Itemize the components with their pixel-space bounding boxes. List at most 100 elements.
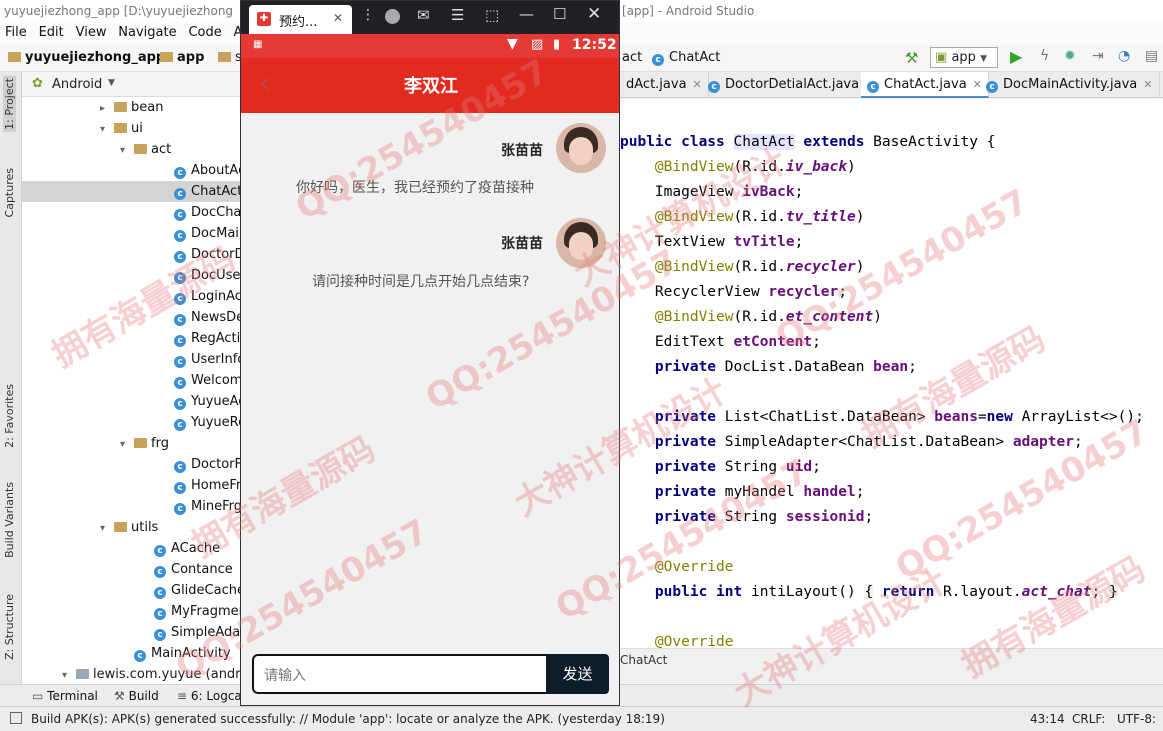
run-icon[interactable]: ▶	[1010, 47, 1022, 66]
chevron-right-icon[interactable]: ▸	[100, 98, 114, 119]
tree-item[interactable]: ▾ utils	[22, 517, 240, 538]
chat-list[interactable]: 张苗苗 你好吗，医生，我已经预约了疫苗接种 张苗苗 请问接种时间是几点开始几点结…	[241, 113, 619, 648]
code-line[interactable]: @BindView(R.id.iv_back)	[620, 155, 856, 180]
menu-navigate[interactable]: Navigate	[113, 22, 179, 40]
breadcrumb-src[interactable]: s	[218, 50, 242, 65]
code-editor[interactable]: public class ChatAct extends BaseActivit…	[620, 99, 1163, 648]
tree-item[interactable]: c HomeFrg	[22, 475, 240, 496]
chevron-down-icon[interactable]: ▾	[62, 665, 76, 684]
tool-tab-terminal[interactable]: ▭ Terminal	[32, 689, 98, 703]
tree-item[interactable]: c ACache	[22, 538, 240, 559]
code-line[interactable]: @BindView(R.id.tv_title)	[620, 205, 865, 230]
tab-docmainactivity[interactable]: c DocMainActivity.java ✕	[980, 72, 1160, 98]
chevron-down-icon[interactable]: ▼	[108, 78, 115, 88]
close-icon[interactable]: ✕	[693, 78, 702, 91]
code-line[interactable]: private List<ChatList.DataBean> beans=ne…	[620, 405, 1144, 430]
menu-icon[interactable]: ☰	[451, 6, 464, 24]
tree-item[interactable]: c DocMainActiv	[22, 223, 240, 244]
apply-changes-icon[interactable]: ϟ	[1040, 48, 1049, 64]
tree-item[interactable]: ▾ frg	[22, 433, 240, 454]
project-view-select[interactable]: Android	[52, 77, 102, 92]
menu-file[interactable]: File	[0, 22, 30, 40]
tab-doctordetialact[interactable]: cDoctorDetialAct.java✕	[702, 72, 882, 98]
chevron-down-icon[interactable]: ▾	[100, 119, 114, 140]
tool-tab-captures[interactable]: Captures	[3, 168, 16, 217]
maximize-icon[interactable]: ☐	[553, 5, 566, 23]
chevron-down-icon[interactable]: ▾	[100, 518, 114, 539]
tree-item[interactable]: c DocChatAct	[22, 202, 240, 223]
tree-item[interactable]: ▾ lewis.com.yuyue (androi	[22, 664, 240, 684]
message-input[interactable]: 请输入	[252, 654, 548, 694]
tree-item[interactable]: c DocUserInfoA	[22, 265, 240, 286]
tool-tab-logcat[interactable]: ≡ 6: Logcat	[177, 689, 246, 703]
breadcrumb-act[interactable]: act	[622, 50, 642, 65]
tree-item[interactable]: c WelcomAct	[22, 370, 240, 391]
code-line[interactable]: public class ChatAct extends BaseActivit…	[620, 130, 995, 155]
tree-item[interactable]: c DoctorDetialA	[22, 244, 240, 265]
tool-tab-build-variants[interactable]: Build Variants	[3, 482, 16, 558]
menu-view[interactable]: View	[71, 22, 110, 40]
debug-icon[interactable]: ✹	[1064, 48, 1076, 64]
code-line[interactable]: @BindView(R.id.et_content)	[620, 305, 882, 330]
tree-item[interactable]: ▸ bean	[22, 97, 240, 118]
sync-icon[interactable]: ▤	[1145, 48, 1158, 64]
breadcrumb-chatact[interactable]: c ChatAct	[652, 50, 720, 66]
attach-icon[interactable]: ⇥	[1092, 48, 1104, 64]
tree-item[interactable]: c UserInfoAct	[22, 349, 240, 370]
code-line[interactable]: EditText etContent;	[620, 330, 821, 355]
tree-item[interactable]: c MineFrg	[22, 496, 240, 517]
tab-dact[interactable]: dAct.java ✕	[620, 72, 709, 98]
tree-item[interactable]: c SimpleAdapter	[22, 622, 240, 643]
close-icon[interactable]: ✕	[1143, 78, 1152, 91]
menu-edit[interactable]: Edit	[34, 22, 67, 40]
project-view-header[interactable]: ✿ Android ▼	[22, 72, 240, 97]
code-line[interactable]: public int intiLayout() { return R.layou…	[620, 580, 1118, 605]
tree-item[interactable]: c AboutAct	[22, 160, 240, 181]
code-line[interactable]: private SimpleAdapter<ChatList.DataBean>…	[620, 430, 1083, 455]
breadcrumb-module[interactable]: app	[160, 50, 204, 65]
more-vertical-icon[interactable]: ⋮	[361, 7, 375, 23]
code-line[interactable]: private String uid;	[620, 455, 821, 480]
code-line[interactable]: ImageView ivBack;	[620, 180, 803, 205]
tool-tab-build[interactable]: ⚒ Build	[114, 689, 159, 703]
profiler-icon[interactable]: ◔	[1118, 48, 1130, 64]
code-line[interactable]: @BindView(R.id.recycler)	[620, 255, 865, 280]
tree-item[interactable]: c NewsDetialAc	[22, 307, 240, 328]
run-config-select[interactable]: ▣ app ▼	[930, 47, 998, 68]
tree-item[interactable]: c LoginActivity	[22, 286, 240, 307]
event-log-icon[interactable]	[10, 712, 22, 724]
tool-tab-structure[interactable]: Z: Structure	[3, 594, 16, 660]
close-window-icon[interactable]: ✕	[587, 4, 601, 24]
tree-item[interactable]: c MainActivity	[22, 643, 240, 664]
chevron-down-icon[interactable]: ▾	[120, 140, 134, 161]
minimize-icon[interactable]: —	[519, 5, 534, 23]
breadcrumb-project[interactable]: yuyuejiezhong_app	[8, 50, 165, 65]
screenshot-icon[interactable]: ⬚	[485, 6, 499, 24]
code-line[interactable]: TextView tvTitle;	[620, 230, 803, 255]
tree-item[interactable]: c Contance	[22, 559, 240, 580]
file-encoding[interactable]: UTF-8:	[1117, 712, 1156, 726]
line-separator[interactable]: CRLF:	[1072, 712, 1105, 726]
code-line[interactable]: RecyclerView recycler;	[620, 280, 847, 305]
code-line[interactable]: private myHandel handel;	[620, 480, 865, 505]
tree-item[interactable]: c DoctorFrg	[22, 454, 240, 475]
tree-item[interactable]: c YuyueRecordA	[22, 412, 240, 433]
menu-code[interactable]: Code	[183, 22, 224, 40]
emulator-tab[interactable]: ✚ 预约... ✕	[249, 5, 352, 34]
send-button[interactable]: 发送	[546, 654, 609, 694]
tree-item[interactable]: c RegActivity	[22, 328, 240, 349]
avatar-icon[interactable]	[385, 9, 400, 24]
tree-item[interactable]: c MyFragmentPage	[22, 601, 240, 622]
tab-chatact[interactable]: c ChatAct.java ✕	[861, 72, 989, 98]
mail-icon[interactable]: ✉	[417, 6, 430, 24]
tree-item[interactable]: c ChatAct	[22, 181, 240, 202]
tree-item[interactable]: c YuyueAct	[22, 391, 240, 412]
tool-tab-project[interactable]: 1: Project	[3, 76, 16, 132]
close-icon[interactable]: ✕	[333, 11, 343, 25]
code-line[interactable]: private DocList.DataBean bean;	[620, 355, 917, 380]
cursor-position[interactable]: 43:14	[1030, 712, 1065, 726]
tree-item[interactable]: ▾ act	[22, 139, 240, 160]
hammer-icon[interactable]: ⚒	[905, 49, 918, 67]
code-line[interactable]: @Override	[620, 555, 734, 580]
tool-tab-favorites[interactable]: 2: Favorites	[3, 384, 16, 448]
